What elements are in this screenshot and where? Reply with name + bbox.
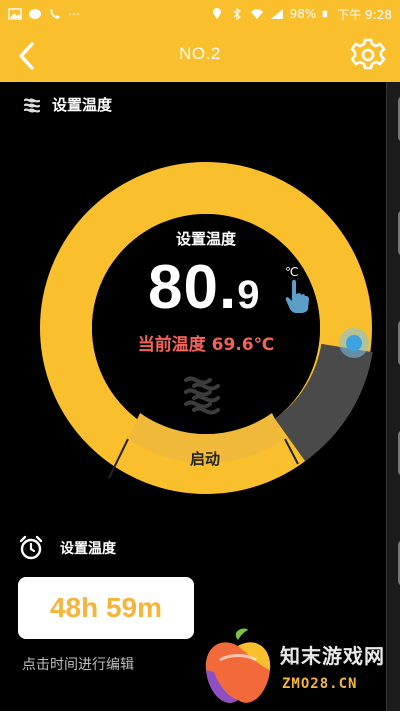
temperature-dial[interactable]: 设置温度 80.9 ℃ 当前温度 69.6℃ 启动: [32, 160, 380, 496]
set-temp-decimal: 9: [237, 273, 260, 317]
set-temperature-value: 80.9: [148, 252, 259, 323]
watermark-url: ZMO28.CN: [282, 676, 358, 692]
gear-icon[interactable]: [350, 37, 386, 73]
timer-edit-hint: 点击时间进行编辑: [22, 657, 134, 673]
temp-unit: ℃: [285, 265, 299, 279]
status-bar: ⋯ 98% 下午 9:28: [0, 0, 400, 28]
wifi-icon: [250, 9, 263, 19]
timer-value-button[interactable]: 48h 59m: [18, 577, 194, 639]
alarm-clock-icon: [19, 535, 43, 560]
status-left-icons: ⋯: [8, 7, 80, 21]
bluetooth-icon: [233, 8, 241, 20]
phone-icon: [50, 9, 60, 19]
dial-set-label: 设置温度: [175, 230, 236, 248]
timer-header: 设置温度: [18, 535, 116, 561]
battery-icon: [322, 10, 328, 18]
battery-percent: 98%: [289, 7, 317, 21]
clock: 下午 9:28: [337, 7, 392, 22]
chat-icon: [29, 9, 41, 19]
side-panel: [386, 82, 400, 711]
section-label: 设置温度: [52, 96, 113, 114]
apple-logo-icon: [205, 628, 271, 703]
location-icon: [212, 8, 221, 19]
title-bar: NO.2: [0, 28, 400, 82]
heater-waves-icon: [184, 376, 220, 415]
set-temp-section-header: 设置温度: [22, 94, 112, 115]
status-right-icons: 98% 下午 9:28: [210, 6, 392, 23]
current-temperature: 当前温度 69.6℃: [137, 335, 275, 355]
signal-icon: [270, 9, 283, 19]
watermark-name: 知末游戏网: [280, 644, 385, 668]
heat-waves-icon: [23, 97, 41, 113]
timer-label: 设置温度: [60, 541, 116, 557]
page-title: NO.2: [179, 44, 221, 63]
start-button[interactable]: 启动: [122, 434, 288, 484]
set-temp-integer: 80.: [148, 253, 238, 322]
watermark: 知末游戏网 ZMO28.CN: [200, 622, 400, 711]
more-icon: ⋯: [68, 7, 80, 21]
gallery-icon: [8, 8, 22, 20]
tap-finger-icon: [285, 279, 309, 313]
